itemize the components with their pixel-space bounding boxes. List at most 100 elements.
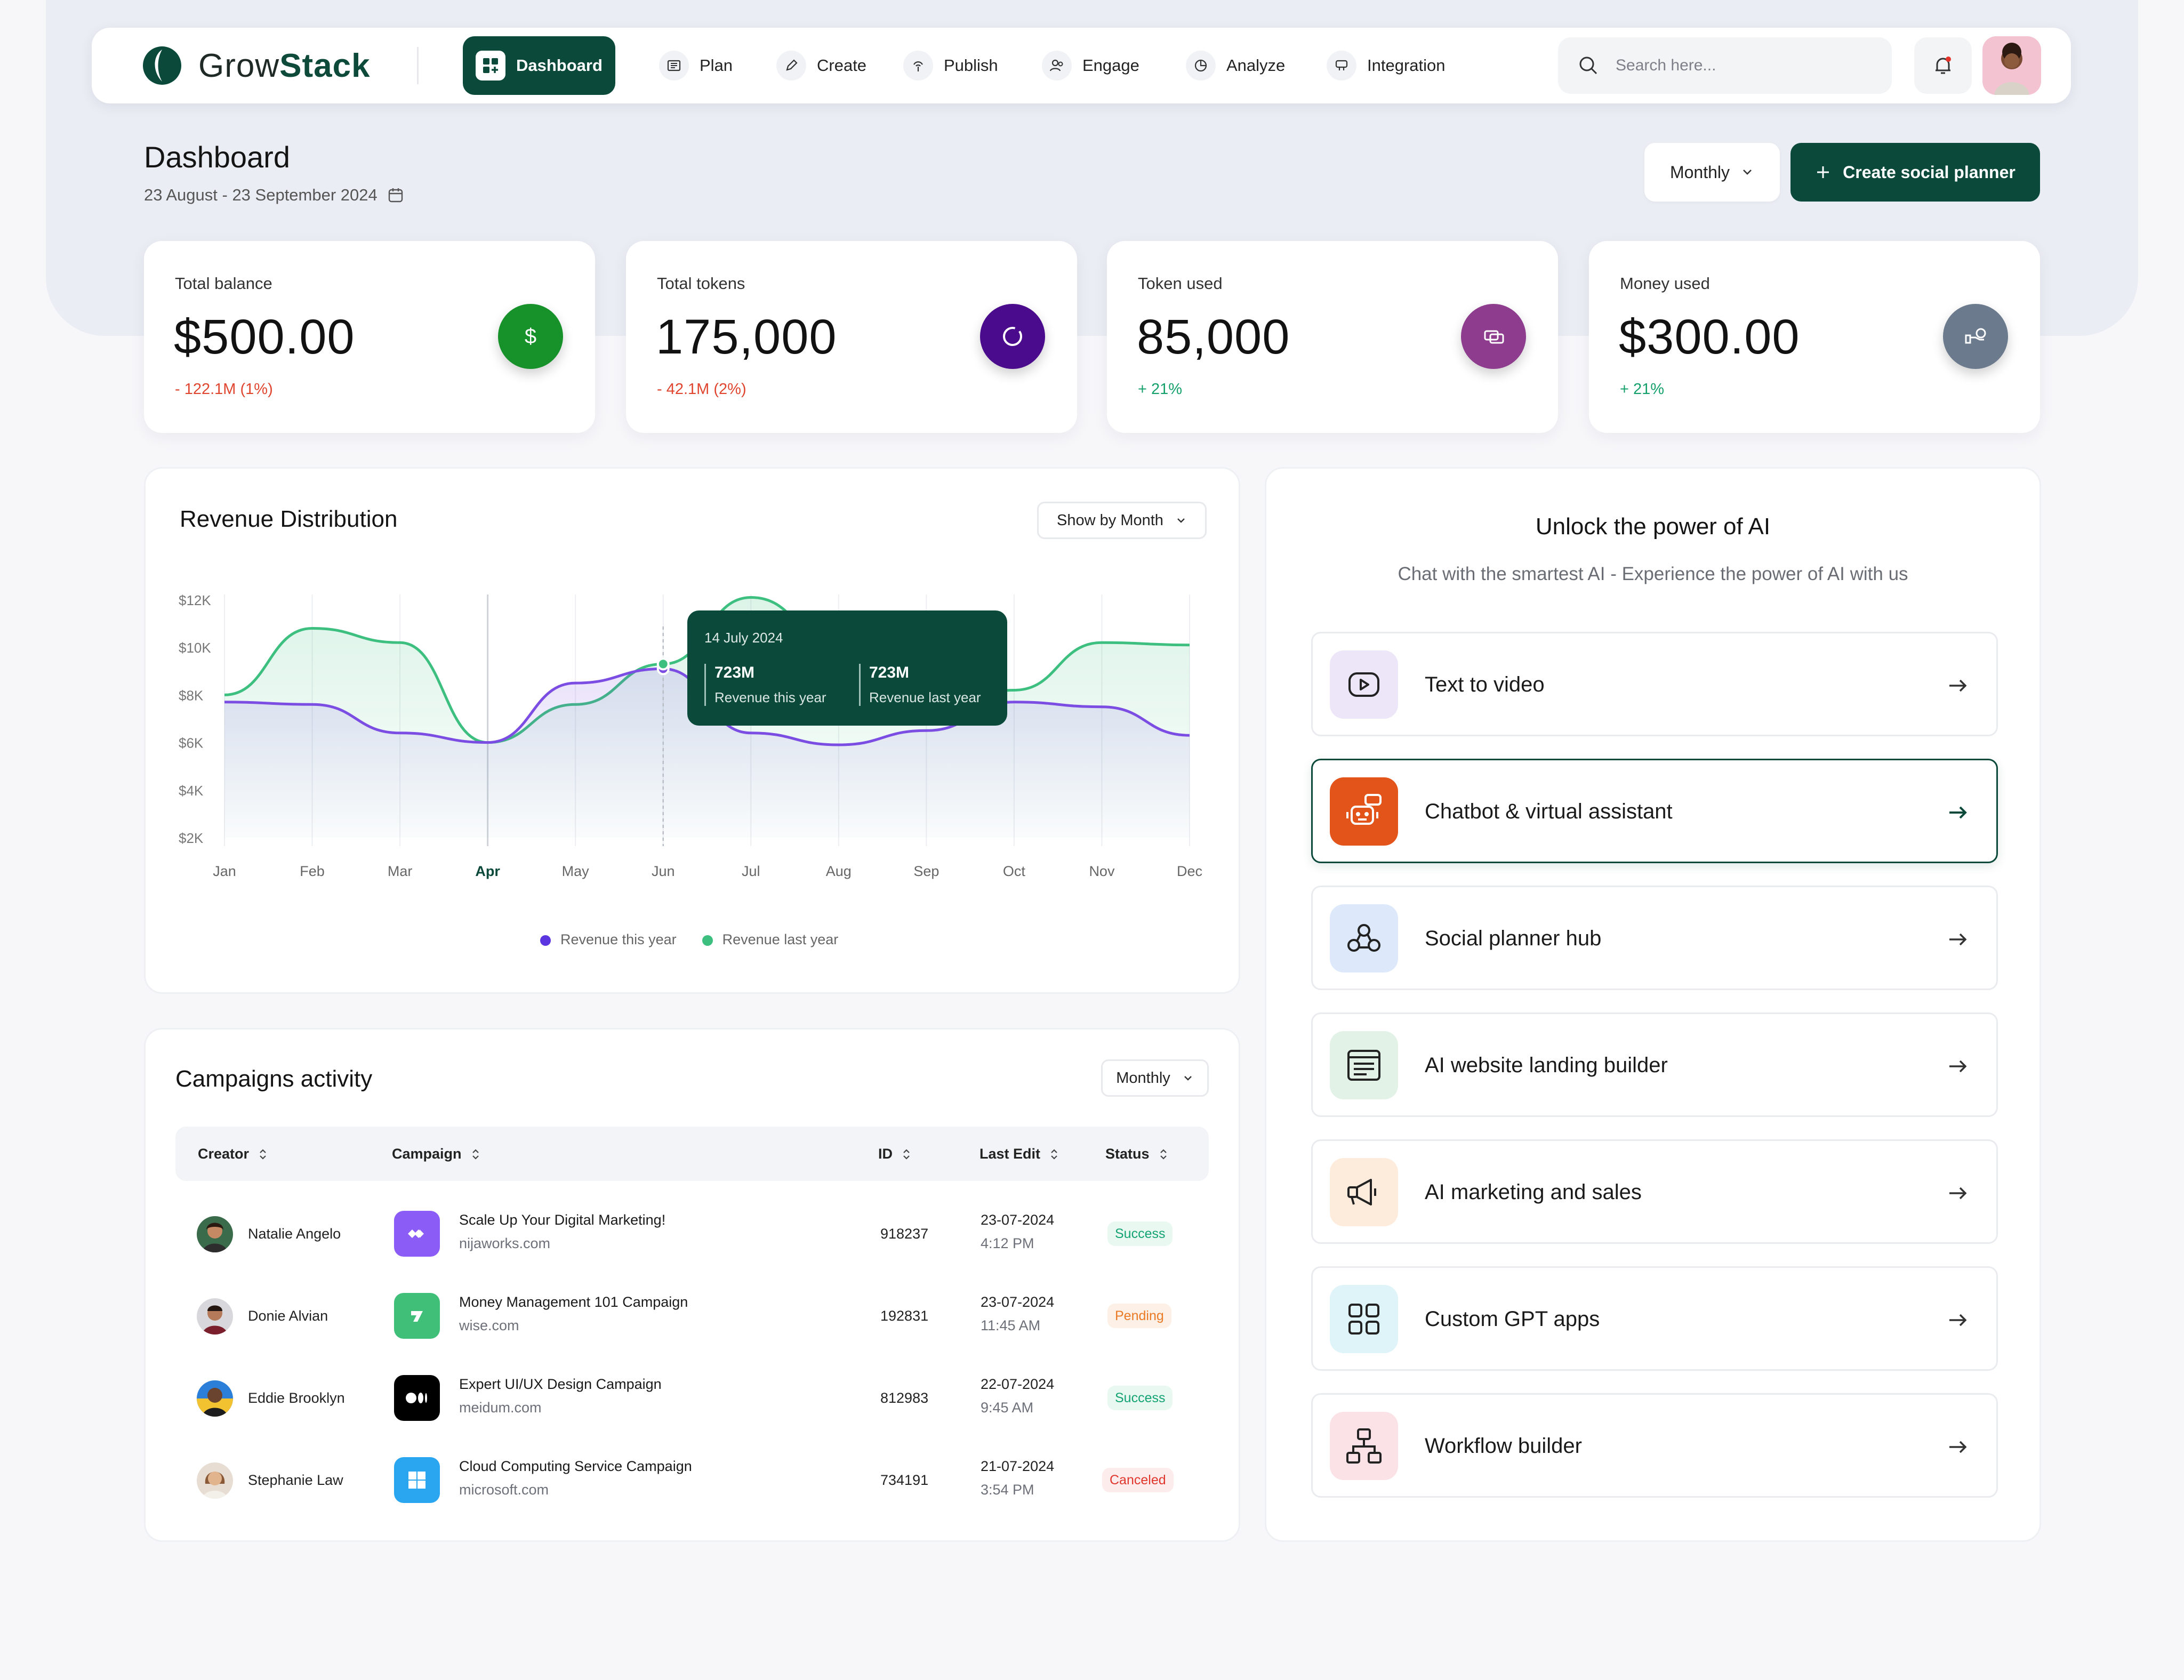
table-row[interactable]: Stephanie Law Cloud Computing Service Ca… [175, 1439, 1209, 1521]
create-social-planner-label: Create social planner [1843, 162, 2016, 182]
ai-item-workflow-builder[interactable]: Workflow builder [1311, 1393, 1998, 1498]
money-hand-icon [1943, 304, 2008, 369]
notifications-button[interactable] [1914, 37, 1972, 94]
campaign-url[interactable]: meidum.com [459, 1400, 542, 1416]
x-tick-label: Aug [826, 863, 852, 879]
nav-engage[interactable]: Engage [1030, 36, 1151, 95]
nav-dashboard[interactable]: Dashboard [463, 36, 615, 95]
search-placeholder: Search here... [1616, 57, 1716, 74]
legend-label: Revenue last year [722, 931, 839, 947]
medium-logo-icon [394, 1375, 440, 1421]
chart-legend: Revenue this year Revenue last year [540, 931, 838, 948]
table-row[interactable]: Eddie Brooklyn Expert UI/UX Design Campa… [175, 1357, 1209, 1439]
tooltip-last-year-value: 723M [869, 664, 910, 681]
megaphone-icon [1330, 1158, 1398, 1226]
date-range[interactable]: 23 August - 23 September 2024 [144, 186, 404, 205]
arrow-right-icon [1949, 1187, 1967, 1200]
arrow-right-icon [1949, 679, 1967, 692]
ai-item-landing-builder[interactable]: AI website landing builder [1311, 1012, 1998, 1117]
campaigns-filter-label: Monthly [1116, 1069, 1170, 1087]
legend-item-last-year[interactable]: Revenue last year [702, 931, 839, 948]
stat-card-money-used: Money used $300.00 + 21% [1589, 241, 2040, 433]
column-last-edit[interactable]: Last Edit [979, 1146, 1059, 1162]
column-creator[interactable]: Creator [198, 1146, 268, 1162]
creator-name: Stephanie Law [248, 1472, 343, 1488]
pen-icon [776, 51, 806, 81]
nav-analyze[interactable]: Analyze [1174, 36, 1297, 95]
x-tick-label: Sep [913, 863, 939, 879]
search-input[interactable]: Search here... [1558, 37, 1892, 94]
sort-icon [903, 1148, 910, 1160]
last-edit-date: 22-07-2024 [981, 1376, 1055, 1392]
growstack-logo-icon [143, 46, 181, 85]
chart-tooltip: 14 July 2024 723M Revenue this year 723M… [687, 610, 1007, 726]
create-social-planner-button[interactable]: Create social planner [1790, 143, 2040, 202]
ai-item-label: Text to video [1425, 673, 1545, 696]
campaign-id: 918237 [880, 1226, 929, 1242]
campaign-title: Scale Up Your Digital Marketing! [459, 1212, 666, 1228]
ai-item-social-planner-hub[interactable]: Social planner hub [1311, 886, 1998, 990]
stat-label: Token used [1138, 274, 1223, 293]
nav-integration[interactable]: Integration [1315, 36, 1457, 95]
nav-create[interactable]: Create [765, 36, 878, 95]
campaign-url[interactable]: nijaworks.com [459, 1235, 550, 1252]
column-campaign[interactable]: Campaign [392, 1146, 481, 1162]
ai-item-label: AI marketing and sales [1425, 1180, 1642, 1204]
stat-label: Money used [1620, 274, 1710, 293]
publish-icon [903, 51, 933, 81]
campaign-url[interactable]: microsoft.com [459, 1482, 549, 1498]
ticket-icon [1461, 304, 1526, 369]
chevron-down-icon [1184, 1076, 1192, 1081]
nav-plan[interactable]: Plan [647, 36, 744, 95]
creator-name: Donie Alvian [248, 1308, 328, 1324]
ai-item-chatbot[interactable]: Chatbot & virtual assistant [1311, 759, 1998, 863]
x-tick-label: Nov [1089, 863, 1115, 879]
campaigns-filter-select[interactable]: Monthly [1101, 1059, 1209, 1097]
stat-change: - 122.1M (1%) [175, 381, 273, 398]
data-point[interactable] [656, 657, 670, 671]
arrow-right-icon [1949, 1441, 1967, 1453]
column-id[interactable]: ID [878, 1146, 912, 1162]
column-status[interactable]: Status [1105, 1146, 1169, 1162]
stat-label: Total balance [175, 274, 272, 293]
last-edit-time: 3:54 PM [981, 1482, 1034, 1498]
x-tick-label: Dec [1177, 863, 1202, 879]
stat-change: - 42.1M (2%) [657, 381, 746, 398]
revenue-distribution-panel: Revenue Distribution Show by Month Jan Fe… [144, 467, 1240, 994]
nav-integration-label: Integration [1367, 56, 1446, 75]
ai-item-marketing-sales[interactable]: AI marketing and sales [1311, 1139, 1998, 1244]
revenue-chart[interactable]: Jan Feb Mar Apr May Jun Jul Aug Sep Oct Nov Dec $2K $… [146, 469, 1242, 995]
campaign-url[interactable]: wise.com [459, 1317, 519, 1334]
x-tick-label: Jan [213, 863, 236, 879]
nav-publish[interactable]: Publish [892, 36, 1010, 95]
ai-item-label: Custom GPT apps [1425, 1307, 1600, 1331]
user-avatar[interactable] [1982, 36, 2041, 95]
stat-value: 85,000 [1137, 310, 1290, 364]
brand-logo[interactable]: GrowStack [141, 44, 371, 87]
period-select[interactable]: Monthly [1644, 143, 1780, 202]
ai-item-label: AI website landing builder [1425, 1054, 1668, 1077]
stat-change: + 21% [1620, 381, 1665, 398]
creator-name: Natalie Angelo [248, 1226, 341, 1242]
ai-item-custom-gpt[interactable]: Custom GPT apps [1311, 1266, 1998, 1371]
table-row[interactable]: Natalie Angelo Scale Up Your Digital Mar… [175, 1193, 1209, 1275]
ai-item-label: Workflow builder [1425, 1434, 1582, 1458]
chevron-down-icon [1743, 170, 1752, 175]
last-edit-date: 23-07-2024 [981, 1294, 1055, 1310]
legend-dot [540, 935, 551, 946]
legend-item-this-year[interactable]: Revenue this year [540, 931, 677, 948]
campaign-id: 192831 [880, 1308, 929, 1324]
dashboard-icon [476, 51, 505, 81]
creator-avatar [197, 1216, 233, 1252]
bell-icon [1936, 57, 1951, 74]
ai-item-text-to-video[interactable]: Text to video [1311, 632, 1998, 736]
microsoft-logo-icon [394, 1457, 440, 1503]
table-header: Creator Campaign ID Last Edit Status [175, 1127, 1209, 1181]
table-row[interactable]: Donie Alvian Money Management 101 Campai… [175, 1275, 1209, 1357]
column-label: ID [878, 1146, 893, 1162]
x-tick-label: Jun [652, 863, 675, 879]
top-navigation-bar: GrowStack Dashboard Plan Create Publish … [92, 28, 2071, 103]
workflow-icon [1330, 1412, 1398, 1480]
last-edit-date: 23-07-2024 [981, 1212, 1055, 1228]
ai-item-label: Social planner hub [1425, 927, 1602, 950]
